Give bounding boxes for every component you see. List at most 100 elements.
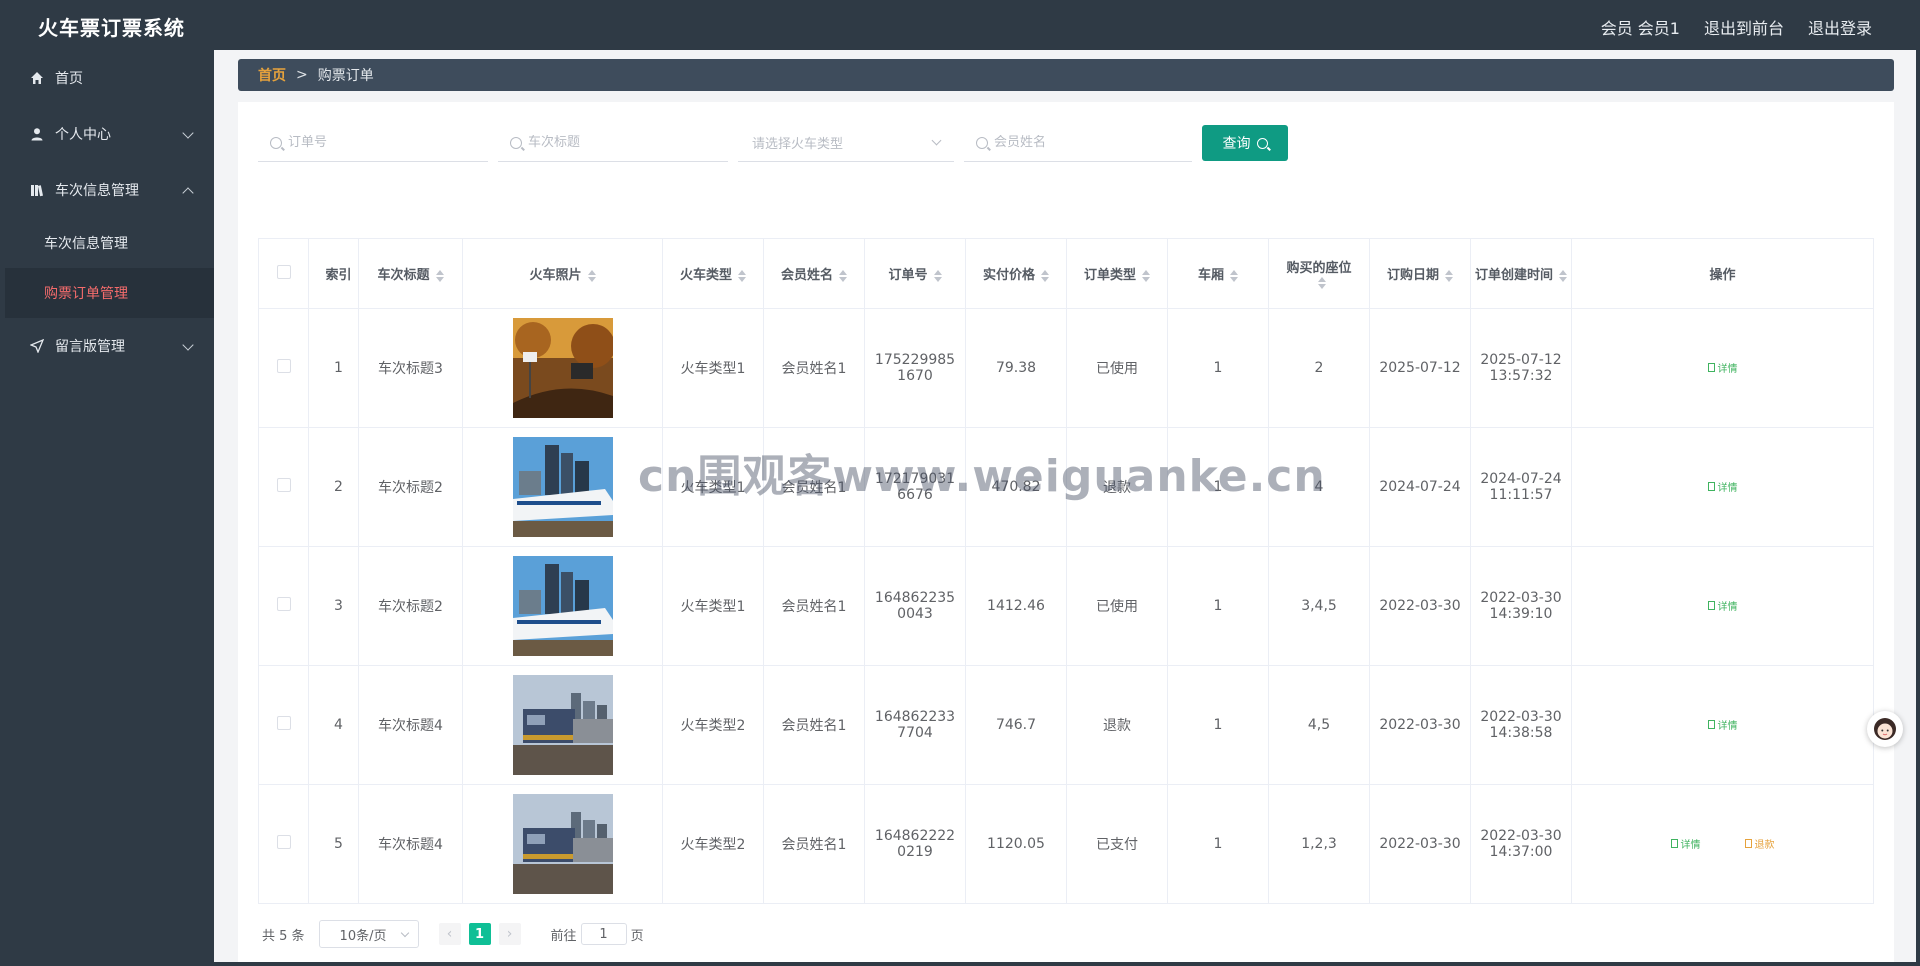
cell-member: 会员姓名1 [763,665,865,785]
table-row[interactable]: 1 车次标题3 火车类型1 会员姓名1 175229985 1670 79.38 已使用 1 2 2… [258,308,1874,428]
sort-icon [1041,269,1049,282]
order-no-line-1: 175229985 [874,352,956,368]
train-photo [512,794,613,894]
row-checkbox[interactable] [276,835,291,849]
col-created[interactable]: 订单创建时间 [1470,238,1572,309]
member-name-input[interactable] [994,135,1164,150]
search-icon [976,136,988,149]
assistant-avatar[interactable] [1867,711,1903,747]
created-date: 2022-03-30 [1480,828,1562,844]
sidebar-subitem-train-info[interactable]: 车次信息管理 [5,218,214,268]
cell-price: 79.38 [965,308,1067,428]
table-row[interactable]: 5 车次标题4 火车类型2 会员姓名1 164862222 0219 1120.05 已支付 1… [258,784,1874,904]
col-date[interactable]: 订购日期 [1369,238,1471,309]
page-unit-label: 页 [630,928,644,944]
cell-title: 车次标题3 [358,308,463,428]
cell-date: 2022-03-30 [1369,665,1471,785]
detail-button[interactable]: 详情 [1707,598,1738,613]
created-date: 2024-07-24 [1480,471,1562,487]
row-checkbox[interactable] [276,359,291,373]
sidebar-subitem-orders[interactable]: 购票订单管理 [5,268,214,318]
cell-order-type: 已使用 [1066,308,1168,428]
col-order-no[interactable]: 订单号 [864,238,966,309]
cell-date: 2024-07-24 [1369,427,1471,547]
table-header-row: 索引 车次标题 火车照片 火车类型 会员姓名 订单号 实付价格 订单类型 车厢 … [258,238,1874,309]
select-all-checkbox[interactable] [276,264,291,279]
table-row[interactable]: 3 车次标题2 火车类型1 会员姓名1 164862235 0043 1412.46 已使用 1… [258,546,1874,666]
col-seat[interactable]: 购买的座位 [1268,238,1370,309]
cell-ops: 详情 [1571,427,1874,547]
detail-button[interactable]: 详情 [1670,836,1701,851]
row-checkbox[interactable] [276,716,291,730]
breadcrumb-home[interactable]: 首页 [258,65,286,85]
member-name[interactable]: 会员 会员1 [1601,15,1680,39]
row-checkbox[interactable] [276,478,291,492]
next-page-button[interactable]: › [498,923,521,945]
col-title[interactable]: 车次标题 [358,238,463,309]
col-created-label: 订单创建时间 [1474,268,1553,283]
cell-date: 2025-07-12 [1369,308,1471,428]
exit-to-front-link[interactable]: 退出到前台 [1704,15,1784,39]
train-type-select[interactable]: 请选择火车类型 [738,124,954,162]
sidebar-item-board[interactable]: 留言版管理 [5,318,214,374]
page-number-1[interactable]: 1 [468,923,491,945]
refund-icon [1744,839,1752,848]
cell-photo [462,784,663,904]
col-photo[interactable]: 火车照片 [462,238,663,309]
cell-type: 火车类型1 [662,427,764,547]
sidebar-item-home[interactable]: 首页 [5,50,214,106]
detail-button[interactable]: 详情 [1707,479,1738,494]
document-icon [1707,482,1715,491]
send-icon [29,338,45,354]
order-no-line-2: 6676 [897,487,933,503]
col-member[interactable]: 会员姓名 [763,238,865,309]
cell-car: 1 [1167,308,1269,428]
sort-icon [587,269,596,282]
col-order-type[interactable]: 订单类型 [1066,238,1168,309]
col-title-label: 车次标题 [377,268,430,283]
col-order-type-label: 订单类型 [1083,268,1136,283]
query-button[interactable]: 查询 [1202,125,1288,161]
sidebar-item-train-mgmt[interactable]: 车次信息管理 [5,162,214,218]
cell-member: 会员姓名1 [763,784,865,904]
train-title-input[interactable] [528,135,698,150]
row-checkbox[interactable] [276,597,291,611]
page-size-select[interactable]: 10条/页 [318,920,419,948]
query-label: 查询 [1222,136,1251,152]
total-count: 共 5 条 [262,928,305,944]
sidebar-item-personal[interactable]: 个人中心 [5,106,214,162]
detail-button[interactable]: 详情 [1707,360,1738,375]
order-no-input[interactable] [288,135,458,150]
cell-photo [462,546,663,666]
train-photo [512,318,613,418]
cell-member: 会员姓名1 [763,546,865,666]
table-row[interactable]: 4 车次标题4 火车类型2 会员姓名1 164862233 7704 746.7 退款 1 4,5… [258,665,1874,785]
top-links: 会员 会员1 退出到前台 退出登录 [1601,15,1872,39]
col-type[interactable]: 火车类型 [662,238,764,309]
cell-index: 2 [308,427,359,547]
document-icon [1707,363,1715,372]
home-icon [29,70,45,86]
cell-order-type: 退款 [1066,427,1168,547]
goto-page-input[interactable] [580,923,627,945]
avatar-face-icon [1874,718,1896,740]
logout-link[interactable]: 退出登录 [1808,15,1872,39]
chevron-up-icon [182,187,194,199]
document-icon [1707,720,1715,729]
search-icon [1256,137,1268,149]
row-select-cell [258,427,309,547]
created-date: 2022-03-30 [1480,590,1562,606]
order-no-field [258,124,488,162]
cell-ops: 详情 退款 [1571,784,1874,904]
prev-page-button[interactable]: ‹ [438,923,461,945]
search-icon [270,136,282,149]
refund-label: 退款 [1754,840,1775,851]
detail-button[interactable]: 详情 [1707,717,1738,732]
col-car[interactable]: 车厢 [1167,238,1269,309]
col-price[interactable]: 实付价格 [965,238,1067,309]
cell-ops: 详情 [1571,546,1874,666]
col-seat-label: 购买的座位 [1286,260,1352,276]
refund-button[interactable]: 退款 [1744,836,1775,851]
table-row[interactable]: 2 车次标题2 火车类型1 会员姓名1 172179031 6676 470.82 退款 1 4 2… [258,427,1874,547]
sort-icon [933,269,942,282]
